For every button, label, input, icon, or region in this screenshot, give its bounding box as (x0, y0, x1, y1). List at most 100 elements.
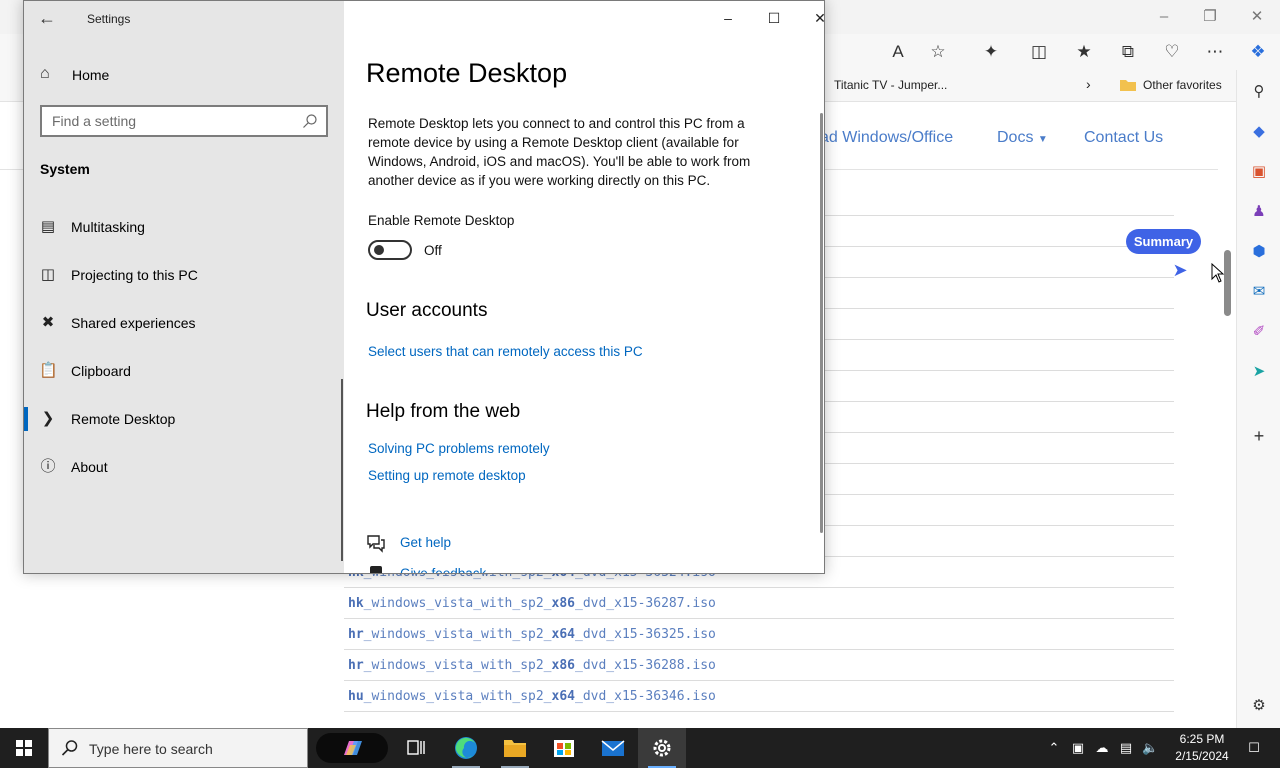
file-link[interactable]: hu_windows_vista_with_sp2_x64_dvd_x15-36… (344, 681, 1174, 712)
file-lang: hr (348, 627, 364, 642)
get-help-link[interactable]: Get help (366, 533, 566, 555)
store-taskbar-button[interactable] (540, 728, 588, 768)
show-hidden-icons-chevron-icon[interactable]: ⌃ (1046, 740, 1062, 756)
system-tray: ⌃ ▣ ☁ ▤ 🔈 6:25 PM 2/15/2024 ☐ (1040, 728, 1280, 768)
file-link[interactable]: hr_windows_vista_with_sp2_x64_dvd_x15-36… (344, 619, 1174, 650)
file-suffix: dvd_x15-36325.iso (582, 627, 716, 642)
gear-icon (653, 739, 671, 757)
games-icon[interactable]: ♟ (1249, 202, 1269, 222)
user-accounts-heading: User accounts (366, 300, 488, 321)
sidebar-item-label: Shared experiences (71, 315, 196, 331)
help-from-web-heading: Help from the web (366, 401, 521, 422)
browser-close-button[interactable]: ✕ (1245, 6, 1269, 28)
onedrive-cloud-icon[interactable]: ☁ (1094, 740, 1110, 756)
select-users-link[interactable]: Select users that can remotely access th… (368, 344, 643, 359)
file-explorer-taskbar-button[interactable] (491, 728, 539, 768)
split-screen-icon[interactable]: ◫ (1027, 40, 1051, 64)
nav-docs-label: Docs (997, 129, 1034, 146)
nav-docs[interactable]: Docs ▼ (997, 129, 1048, 147)
notifications-icon[interactable]: ☐ (1246, 740, 1262, 756)
taskbar-search-box[interactable]: Type here to search (48, 728, 308, 768)
edge-taskbar-button[interactable] (442, 728, 490, 768)
setting-up-remote-desktop-link[interactable]: Setting up remote desktop (368, 468, 526, 483)
collections-icon[interactable]: ⧉ (1116, 40, 1140, 64)
volume-muted-icon[interactable]: 🔈 (1142, 740, 1158, 756)
sidebar-settings-gear-icon[interactable]: ⚙ (1249, 696, 1269, 716)
extensions-icon[interactable]: ✦ (979, 40, 1003, 64)
sidebar-item-about[interactable]: ⓘ About (24, 447, 341, 487)
nav-download-windows-office[interactable]: ad Windows/Office (820, 129, 953, 147)
sidebar-item-projecting[interactable]: ◫ Projecting to this PC (24, 255, 341, 295)
file-arch: x64 (551, 627, 575, 642)
favorite-star-icon[interactable]: ☆ (926, 40, 950, 64)
content-scrollbar[interactable] (820, 113, 823, 533)
sidebar-item-clipboard[interactable]: 📋 Clipboard (24, 351, 341, 391)
sidebar-item-multitasking[interactable]: ▤ Multitasking (24, 207, 341, 247)
clipboard-icon: 📋 (39, 362, 58, 379)
browser-sidebar: ⚲ ◆ ▣ ♟ ⬢ ✉ ✐ ➤ + ⚙ (1236, 70, 1280, 728)
outlook-icon[interactable]: ✉ (1249, 282, 1269, 302)
designer-icon[interactable]: ✐ (1249, 322, 1269, 342)
network-icon[interactable]: ▤ (1118, 740, 1134, 756)
read-aloud-icon[interactable]: A (886, 40, 910, 64)
settings-taskbar-button[interactable] (638, 728, 686, 768)
favorites-icon[interactable]: ★ (1072, 40, 1096, 64)
give-feedback-link[interactable]: Give feedback (366, 564, 566, 573)
find-setting-input[interactable] (42, 107, 282, 135)
start-button[interactable] (0, 728, 48, 768)
page-title: Remote Desktop (366, 58, 568, 88)
browser-minimize-button[interactable]: – (1152, 6, 1176, 28)
remote-desktop-page: – ☐ ✕ Remote Desktop Remote Desktop lets… (344, 1, 824, 573)
clock-date[interactable]: 2/15/2024 (1172, 749, 1232, 763)
settings-window-title: Settings (87, 12, 131, 26)
enable-remote-desktop-toggle[interactable] (368, 240, 412, 260)
caret-down-icon: ▼ (1037, 134, 1048, 145)
summary-button[interactable]: Summary (1126, 229, 1201, 254)
home-icon: ⌂ (40, 65, 50, 82)
other-favorites[interactable]: Other favorites (1143, 78, 1222, 92)
rocket-icon[interactable]: ➤ (1168, 260, 1192, 284)
mail-taskbar-button[interactable] (589, 728, 637, 768)
clock-time[interactable]: 6:25 PM (1172, 732, 1232, 746)
search-icon (61, 740, 78, 756)
back-arrow-icon[interactable]: ← (38, 7, 60, 29)
file-arch: x64 (551, 689, 575, 704)
file-arch: x86 (551, 658, 575, 673)
sidebar-item-label: Projecting to this PC (71, 267, 198, 283)
sidebar-item-shared-experiences[interactable]: ✖ Shared experiences (24, 303, 341, 343)
home-nav-item[interactable]: ⌂ Home (40, 63, 330, 87)
copilot-icon (344, 741, 362, 755)
settings-window: ← Settings ⌂ Home System ▤ Multitasking … (23, 0, 825, 574)
file-link[interactable]: hr_windows_vista_with_sp2_x86_dvd_x15-36… (344, 650, 1174, 681)
more-menu-icon[interactable]: ⋯ (1203, 40, 1227, 64)
browser-essentials-icon[interactable]: ♡ (1160, 40, 1184, 64)
favorites-overflow-chevron-icon[interactable]: › (1086, 76, 1091, 92)
task-view-button[interactable] (392, 728, 440, 768)
solving-pc-problems-link[interactable]: Solving PC problems remotely (368, 441, 550, 456)
nav-contact-us[interactable]: Contact Us (1084, 129, 1163, 147)
copilot-icon[interactable]: ❖ (1246, 40, 1270, 64)
file-link[interactable]: hk_windows_vista_with_sp2_x86_dvd_x15-36… (344, 588, 1174, 619)
file-suffix: dvd_x15-36346.iso (582, 689, 716, 704)
find-setting-search[interactable] (40, 105, 328, 137)
remote-desktop-icon: ❯ (41, 410, 55, 427)
tray-app-icon[interactable]: ▣ (1070, 740, 1086, 756)
nav-pane-scrollbar[interactable] (341, 379, 343, 561)
minimize-button[interactable]: – (710, 6, 746, 30)
copilot-taskbar-button[interactable] (316, 733, 388, 763)
shopping-icon[interactable]: ◆ (1249, 122, 1269, 142)
close-button[interactable]: ✕ (802, 6, 824, 30)
add-sidebar-item-icon[interactable]: + (1249, 426, 1269, 446)
page-scrollbar[interactable] (1220, 110, 1234, 720)
sidebar-item-remote-desktop[interactable]: ❯ Remote Desktop (24, 399, 341, 439)
drop-icon[interactable]: ➤ (1249, 362, 1269, 382)
search-icon[interactable]: ⚲ (1249, 82, 1269, 102)
microsoft-365-icon[interactable]: ⬢ (1249, 242, 1269, 262)
browser-restore-button[interactable]: ❐ (1198, 6, 1222, 28)
maximize-button[interactable]: ☐ (756, 6, 792, 30)
page-scrollbar-thumb[interactable] (1224, 250, 1231, 316)
file-lang: hk (348, 596, 364, 611)
favorite-titanic-tv[interactable]: Titanic TV - Jumper... (834, 78, 947, 92)
tools-icon[interactable]: ▣ (1249, 162, 1269, 182)
file-name-middle: _windows_vista_with_sp2_ (363, 627, 552, 642)
